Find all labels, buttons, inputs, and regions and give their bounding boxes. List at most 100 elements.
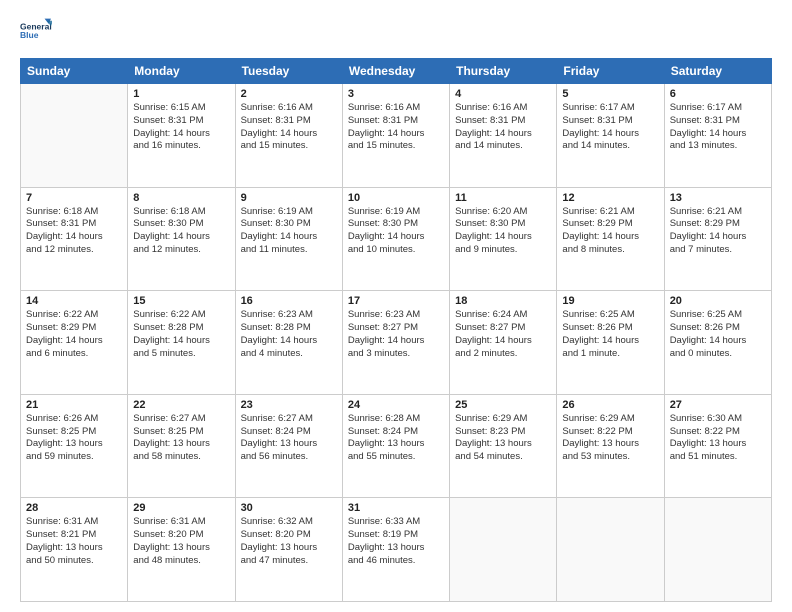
day-info: Sunrise: 6:21 AM Sunset: 8:29 PM Dayligh… <box>670 206 766 257</box>
day-info: Sunrise: 6:19 AM Sunset: 8:30 PM Dayligh… <box>348 206 444 257</box>
calendar-cell: 8 Sunrise: 6:18 AM Sunset: 8:30 PM Daylig… <box>128 187 235 291</box>
day-number: 12 <box>562 192 658 204</box>
calendar-cell: 25 Sunrise: 6:29 AM Sunset: 8:23 PM Dayli… <box>450 394 557 498</box>
calendar-cell: 31Sunrise: 6:33 AM Sunset: 8:19 PM Dayli… <box>342 498 449 602</box>
calendar-table: SundayMondayTuesdayWednesdayThursdayFrid… <box>20 58 772 602</box>
calendar-cell: 7Sunrise: 6:18 AM Sunset: 8:31 PM Daylig… <box>21 187 128 291</box>
day-number: 29 <box>133 502 229 514</box>
day-number: 21 <box>26 399 122 411</box>
page-header: General Blue <box>20 16 772 48</box>
calendar-cell: 29 Sunrise: 6:31 AM Sunset: 8:20 PM Dayli… <box>128 498 235 602</box>
day-info: Sunrise: 6:31 AM Sunset: 8:21 PM Dayligh… <box>26 516 122 567</box>
day-info: Sunrise: 6:28 AM Sunset: 8:24 PM Dayligh… <box>348 413 444 464</box>
day-number: 18 <box>455 295 551 307</box>
calendar-cell: 5 Sunrise: 6:17 AM Sunset: 8:31 PM Daylig… <box>557 84 664 188</box>
calendar-cell <box>450 498 557 602</box>
day-number: 5 <box>562 88 658 100</box>
weekday-header-sunday: Sunday <box>21 59 128 84</box>
day-info: Sunrise: 6:16 AM Sunset: 8:31 PM Dayligh… <box>455 102 551 153</box>
calendar-cell: 16 Sunrise: 6:23 AM Sunset: 8:28 PM Dayli… <box>235 291 342 395</box>
calendar-cell <box>557 498 664 602</box>
day-info: Sunrise: 6:18 AM Sunset: 8:30 PM Dayligh… <box>133 206 229 257</box>
day-number: 4 <box>455 88 551 100</box>
weekday-header-tuesday: Tuesday <box>235 59 342 84</box>
day-number: 17 <box>348 295 444 307</box>
day-number: 22 <box>133 399 229 411</box>
day-info: Sunrise: 6:23 AM Sunset: 8:28 PM Dayligh… <box>241 309 337 360</box>
day-info: Sunrise: 6:17 AM Sunset: 8:31 PM Dayligh… <box>562 102 658 153</box>
calendar-cell: 26Sunrise: 6:29 AM Sunset: 8:22 PM Dayli… <box>557 394 664 498</box>
day-info: Sunrise: 6:21 AM Sunset: 8:29 PM Dayligh… <box>562 206 658 257</box>
calendar-cell: 2Sunrise: 6:16 AM Sunset: 8:31 PM Daylig… <box>235 84 342 188</box>
day-number: 16 <box>241 295 337 307</box>
day-info: Sunrise: 6:23 AM Sunset: 8:27 PM Dayligh… <box>348 309 444 360</box>
day-number: 6 <box>670 88 766 100</box>
week-row-3: 14 Sunrise: 6:22 AM Sunset: 8:29 PM Dayli… <box>21 291 772 395</box>
day-number: 10 <box>348 192 444 204</box>
day-info: Sunrise: 6:33 AM Sunset: 8:19 PM Dayligh… <box>348 516 444 567</box>
week-row-1: 1 Sunrise: 6:15 AM Sunset: 8:31 PM Daylig… <box>21 84 772 188</box>
calendar-cell: 18 Sunrise: 6:24 AM Sunset: 8:27 PM Dayli… <box>450 291 557 395</box>
svg-text:Blue: Blue <box>20 30 39 40</box>
calendar-cell: 17 Sunrise: 6:23 AM Sunset: 8:27 PM Dayli… <box>342 291 449 395</box>
weekday-header-wednesday: Wednesday <box>342 59 449 84</box>
calendar-cell: 19 Sunrise: 6:25 AM Sunset: 8:26 PM Dayli… <box>557 291 664 395</box>
week-row-5: 28 Sunrise: 6:31 AM Sunset: 8:21 PM Dayli… <box>21 498 772 602</box>
weekday-header-row: SundayMondayTuesdayWednesdayThursdayFrid… <box>21 59 772 84</box>
week-row-4: 21 Sunrise: 6:26 AM Sunset: 8:25 PM Dayli… <box>21 394 772 498</box>
day-info: Sunrise: 6:22 AM Sunset: 8:29 PM Dayligh… <box>26 309 122 360</box>
calendar-cell: 11Sunrise: 6:20 AM Sunset: 8:30 PM Dayli… <box>450 187 557 291</box>
day-info: Sunrise: 6:27 AM Sunset: 8:25 PM Dayligh… <box>133 413 229 464</box>
day-number: 9 <box>241 192 337 204</box>
weekday-header-thursday: Thursday <box>450 59 557 84</box>
weekday-header-friday: Friday <box>557 59 664 84</box>
calendar-cell: 13 Sunrise: 6:21 AM Sunset: 8:29 PM Dayli… <box>664 187 771 291</box>
day-info: Sunrise: 6:24 AM Sunset: 8:27 PM Dayligh… <box>455 309 551 360</box>
day-info: Sunrise: 6:16 AM Sunset: 8:31 PM Dayligh… <box>348 102 444 153</box>
day-number: 23 <box>241 399 337 411</box>
calendar-cell: 6 Sunrise: 6:17 AM Sunset: 8:31 PM Daylig… <box>664 84 771 188</box>
calendar-cell: 3 Sunrise: 6:16 AM Sunset: 8:31 PM Daylig… <box>342 84 449 188</box>
day-number: 30 <box>241 502 337 514</box>
calendar-cell: 24 Sunrise: 6:28 AM Sunset: 8:24 PM Dayli… <box>342 394 449 498</box>
calendar-cell: 15 Sunrise: 6:22 AM Sunset: 8:28 PM Dayli… <box>128 291 235 395</box>
day-number: 15 <box>133 295 229 307</box>
day-info: Sunrise: 6:26 AM Sunset: 8:25 PM Dayligh… <box>26 413 122 464</box>
weekday-header-monday: Monday <box>128 59 235 84</box>
calendar-cell: 4 Sunrise: 6:16 AM Sunset: 8:31 PM Daylig… <box>450 84 557 188</box>
day-info: Sunrise: 6:32 AM Sunset: 8:20 PM Dayligh… <box>241 516 337 567</box>
day-number: 3 <box>348 88 444 100</box>
calendar-cell: 23 Sunrise: 6:27 AM Sunset: 8:24 PM Dayli… <box>235 394 342 498</box>
day-info: Sunrise: 6:15 AM Sunset: 8:31 PM Dayligh… <box>133 102 229 153</box>
day-info: Sunrise: 6:25 AM Sunset: 8:26 PM Dayligh… <box>670 309 766 360</box>
calendar-cell: 1 Sunrise: 6:15 AM Sunset: 8:31 PM Daylig… <box>128 84 235 188</box>
day-number: 7 <box>26 192 122 204</box>
day-number: 14 <box>26 295 122 307</box>
calendar-cell: 30 Sunrise: 6:32 AM Sunset: 8:20 PM Dayli… <box>235 498 342 602</box>
day-number: 8 <box>133 192 229 204</box>
logo-svg: General Blue <box>20 16 52 48</box>
calendar-cell: 12 Sunrise: 6:21 AM Sunset: 8:29 PM Dayli… <box>557 187 664 291</box>
day-number: 13 <box>670 192 766 204</box>
day-number: 1 <box>133 88 229 100</box>
calendar-cell: 14 Sunrise: 6:22 AM Sunset: 8:29 PM Dayli… <box>21 291 128 395</box>
day-info: Sunrise: 6:29 AM Sunset: 8:23 PM Dayligh… <box>455 413 551 464</box>
calendar-cell: 28 Sunrise: 6:31 AM Sunset: 8:21 PM Dayli… <box>21 498 128 602</box>
day-info: Sunrise: 6:17 AM Sunset: 8:31 PM Dayligh… <box>670 102 766 153</box>
day-info: Sunrise: 6:19 AM Sunset: 8:30 PM Dayligh… <box>241 206 337 257</box>
day-number: 28 <box>26 502 122 514</box>
day-info: Sunrise: 6:27 AM Sunset: 8:24 PM Dayligh… <box>241 413 337 464</box>
calendar-cell: 21 Sunrise: 6:26 AM Sunset: 8:25 PM Dayli… <box>21 394 128 498</box>
day-info: Sunrise: 6:20 AM Sunset: 8:30 PM Dayligh… <box>455 206 551 257</box>
day-number: 2 <box>241 88 337 100</box>
day-info: Sunrise: 6:22 AM Sunset: 8:28 PM Dayligh… <box>133 309 229 360</box>
day-number: 20 <box>670 295 766 307</box>
calendar-cell: 22 Sunrise: 6:27 AM Sunset: 8:25 PM Dayli… <box>128 394 235 498</box>
day-number: 25 <box>455 399 551 411</box>
week-row-2: 7Sunrise: 6:18 AM Sunset: 8:31 PM Daylig… <box>21 187 772 291</box>
day-number: 19 <box>562 295 658 307</box>
day-info: Sunrise: 6:31 AM Sunset: 8:20 PM Dayligh… <box>133 516 229 567</box>
day-info: Sunrise: 6:30 AM Sunset: 8:22 PM Dayligh… <box>670 413 766 464</box>
day-number: 24 <box>348 399 444 411</box>
day-info: Sunrise: 6:25 AM Sunset: 8:26 PM Dayligh… <box>562 309 658 360</box>
